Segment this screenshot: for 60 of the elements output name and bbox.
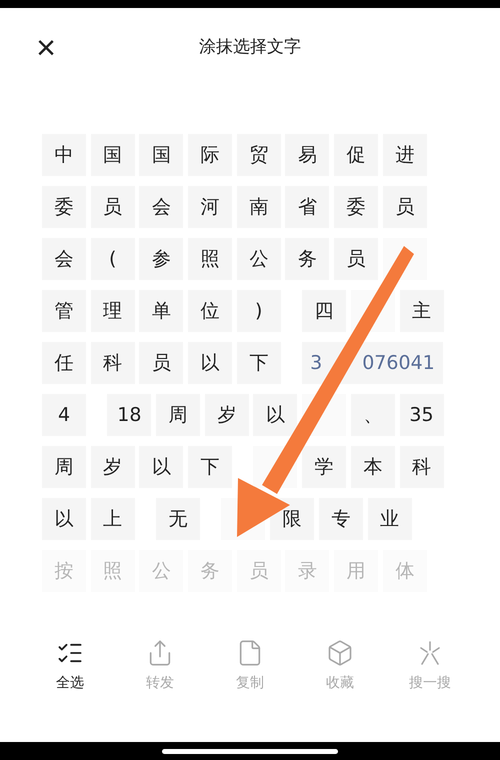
word-chip[interactable]: ) (236, 290, 281, 332)
word-chip[interactable]: 、 (350, 394, 395, 436)
word-chip[interactable]: 科 (90, 342, 135, 384)
word-chip[interactable]: 理 (90, 290, 135, 332)
word-chip[interactable]: 进 (382, 134, 427, 176)
word-chip[interactable]: 南 (236, 186, 281, 228)
word-chip[interactable]: 无 (156, 498, 200, 540)
word-chip[interactable]: 员 (334, 238, 378, 280)
word-chip[interactable]: 委 (334, 186, 378, 228)
word-chip[interactable]: 单 (139, 290, 184, 332)
toolbar-button[interactable]: 全选 (30, 639, 110, 694)
window-title: 涂抹选择文字 (199, 36, 301, 60)
word-chip[interactable]: 以 (42, 498, 86, 540)
word-chip[interactable]: 易 (285, 134, 330, 176)
word-chip[interactable]: 以 (253, 394, 298, 436)
number-text: 076041 (362, 350, 435, 376)
word-chip[interactable]: 员 (90, 186, 135, 228)
number-text: 3 (310, 350, 322, 376)
word-chip[interactable]: 员 (139, 342, 184, 384)
word-chip[interactable]: 省 (285, 186, 330, 228)
word-chip[interactable]: 上 (90, 498, 135, 540)
word-chip[interactable]: 周 (42, 446, 86, 488)
word-chip[interactable]: 际 (188, 134, 232, 176)
close-button[interactable]: × (30, 30, 62, 66)
word-chip[interactable]: 参 (139, 238, 184, 280)
word-chip[interactable]: 以 (139, 446, 184, 488)
word-chip[interactable]: 会 (42, 238, 86, 280)
word-chip[interactable]: 主 (400, 290, 444, 332)
word-chip[interactable]: 18 (107, 394, 152, 436)
word-chip[interactable]: 河 (188, 186, 232, 228)
word-chip[interactable]: 业 (368, 498, 412, 540)
word-chip[interactable]: 周 (156, 394, 200, 436)
word-chip[interactable]: 国 (90, 134, 135, 176)
word-chip[interactable]: 管 (42, 290, 86, 332)
word-chip[interactable]: 岁 (204, 394, 249, 436)
word-chip[interactable]: 专 (318, 498, 363, 540)
word-chip[interactable]: 会 (139, 186, 184, 228)
word-chip[interactable]: 以 (188, 342, 232, 384)
word-chip[interactable]: 四 (302, 290, 346, 332)
word-chip[interactable]: 下 (236, 342, 281, 384)
word-chip[interactable]: 照 (188, 238, 232, 280)
word-chip[interactable]: 下 (188, 446, 232, 488)
word-chip[interactable]: 促 (334, 134, 378, 176)
word-chip[interactable]: 位 (188, 290, 232, 332)
word-chip[interactable]: 委 (42, 186, 86, 228)
word-chip[interactable]: 学 (302, 446, 346, 488)
word-chip[interactable]: 务 (285, 238, 330, 280)
word-chip[interactable]: 国 (139, 134, 184, 176)
word-chip[interactable]: 公 (236, 238, 281, 280)
word-chip[interactable]: 4 (42, 394, 86, 436)
word-chip[interactable]: 员 (382, 186, 427, 228)
word-chip[interactable]: 贸 (236, 134, 281, 176)
word-chip[interactable]: 35 (400, 394, 444, 436)
word-chip[interactable]: 本 (350, 446, 395, 488)
word-chip[interactable]: 中 (42, 134, 86, 176)
cube-icon (326, 639, 354, 667)
word-chip[interactable]: 岁 (90, 446, 135, 488)
word-chip[interactable]: 任 (42, 342, 86, 384)
word-chip[interactable]: 科 (400, 446, 444, 488)
word-chip[interactable]: ( (90, 238, 135, 280)
